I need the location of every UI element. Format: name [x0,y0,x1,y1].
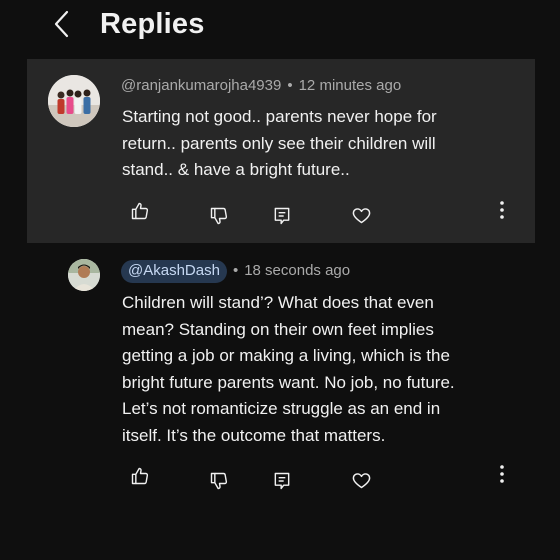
avatar[interactable] [48,75,100,127]
like-button[interactable] [126,462,154,490]
reply-line: Let’s not romanticize struggle as an end… [122,399,441,418]
parent-comment: @ranjankumarojha4939 • 12 minutes ago Star… [27,59,535,243]
reply-line: mean? Standing on their own feet implies [122,319,434,339]
author-handle[interactable]: @AkashDash [121,260,227,283]
more-options-button[interactable] [488,460,516,488]
heart-button[interactable] [347,201,375,229]
reply-meta: @AkashDash • 18 seconds ago [121,260,350,283]
reply-button[interactable] [268,467,296,495]
thumbs-down-icon [210,472,228,490]
reply-line: bright future parents want. No job, no f… [122,372,455,392]
heart-button[interactable] [347,466,375,494]
comment-text: Starting not good.. parents never hope f… [122,104,437,184]
comment-line: return.. parents only see their children… [122,133,436,153]
timestamp: 18 seconds ago [244,262,351,279]
reply-line: itself. It’s the outcome that matters. [122,425,386,445]
reply-line: Children will stand’? What does that eve… [122,293,434,312]
thumbs-down-icon [210,207,228,225]
more-vertical-icon [500,201,504,219]
comment-meta: @ranjankumarojha4939 • 12 minutes ago [121,76,401,96]
more-vertical-icon [500,465,504,483]
comment-line: Starting not good.. parents never hope f… [122,107,437,126]
author-handle[interactable]: @ranjankumarojha4939 [121,77,281,94]
thumbs-up-icon [131,202,149,220]
header: Replies [0,0,560,52]
chevron-left-icon [54,10,69,38]
page-title: Replies [100,8,205,40]
reply-line: getting a job or making a living, which … [122,346,450,365]
like-button[interactable] [126,197,154,225]
comment-line: stand.. & have a bright future.. [122,160,350,179]
comment-reply-icon [274,472,290,490]
thumbs-up-icon [131,467,149,485]
avatar[interactable] [68,259,100,291]
dislike-button[interactable] [205,202,233,230]
timestamp: 12 minutes ago [298,77,402,94]
back-button[interactable] [44,6,80,42]
dislike-button[interactable] [205,467,233,495]
more-options-button[interactable] [488,196,516,224]
reply-comment: @AkashDash • 18 seconds ago Children will … [0,252,560,492]
comment-reply-icon [274,207,290,225]
heart-icon [352,207,370,223]
reply-text: Children will stand’? What does that eve… [122,290,455,449]
avatar-image [48,75,100,127]
heart-icon [352,472,370,488]
separator-dot: • [287,77,293,94]
separator-dot: • [232,262,239,279]
avatar-image [68,259,100,291]
reply-button[interactable] [268,202,296,230]
